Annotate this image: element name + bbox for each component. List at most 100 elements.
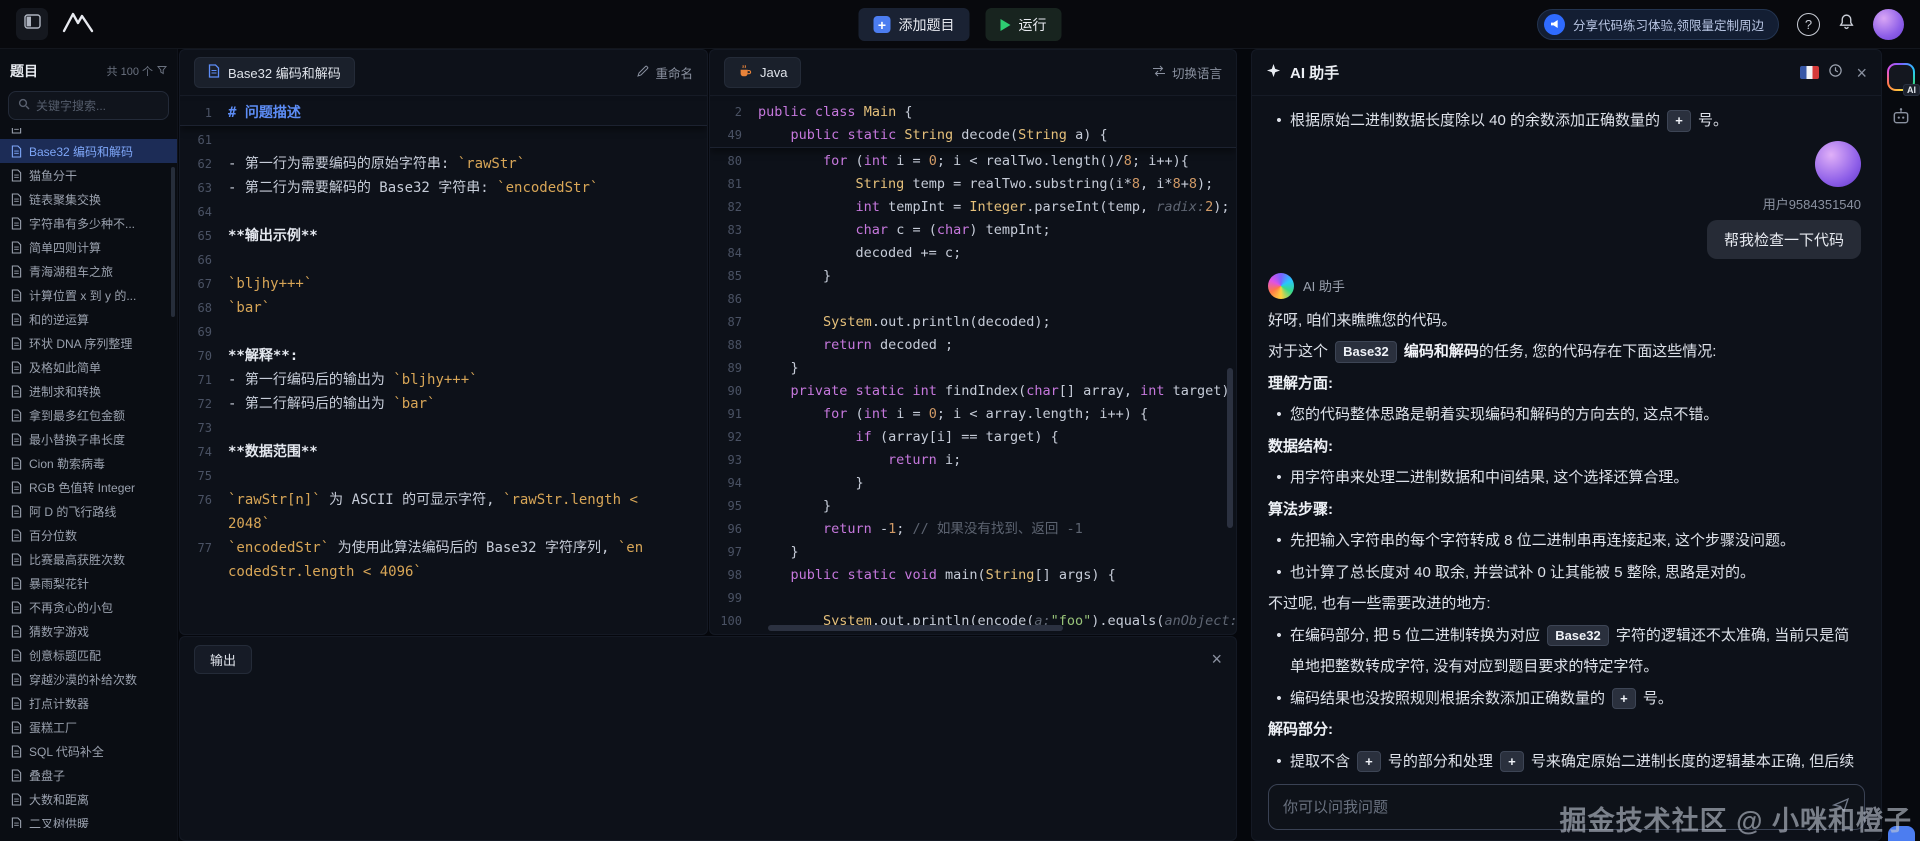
sidebar-item[interactable]: 不再贪心的小包 xyxy=(0,595,177,619)
editor-content[interactable]: 2 public class Main {49 public static Str… xyxy=(710,96,1236,634)
help-icon[interactable]: ? xyxy=(1797,12,1820,36)
sidebar-item[interactable]: RGB 色值转 Integer xyxy=(0,475,177,499)
sidebar-item-label: Cion 勒索病毒 xyxy=(29,456,106,471)
bullet-icon: • xyxy=(1276,406,1282,423)
line-number: 87 xyxy=(727,315,742,329)
sidebar-item[interactable]: 和的逆运算 xyxy=(0,307,177,331)
send-icon[interactable] xyxy=(1831,796,1850,819)
editor-vertical-scrollbar[interactable] xyxy=(1227,368,1233,528)
sidebar-item[interactable]: 打点计数器 xyxy=(0,691,177,715)
code-line: 97 } xyxy=(710,541,1236,564)
document-icon xyxy=(11,432,22,446)
app-logo[interactable] xyxy=(62,10,94,39)
promo-banner[interactable]: 分享代码练习体验,领限量定制周边 xyxy=(1537,8,1779,40)
editor-horizontal-scrollbar[interactable] xyxy=(768,625,1063,631)
switch-language-button[interactable]: 切换语言 xyxy=(1152,63,1222,82)
filter-icon[interactable] xyxy=(156,65,168,78)
history-icon[interactable] xyxy=(1828,63,1843,83)
sidebar-item-label: 链表聚集交换 xyxy=(29,192,102,207)
line-text: char c = (char) tempInt; xyxy=(855,222,1051,238)
sidebar-item-label: 百分位数 xyxy=(29,528,78,543)
problem-content[interactable]: 1 # 问题描述 61 62- 第一行为需要编码的原始字符串: `rawStr` 6… xyxy=(180,96,707,584)
problem-title-chip[interactable]: Base32 编码和解码 xyxy=(194,57,355,88)
line-text xyxy=(228,416,707,440)
add-question-label: 添加题目 xyxy=(898,16,955,33)
sidebar-item-label: 叠盘子 xyxy=(29,768,66,783)
ai-entry-icon[interactable]: AI xyxy=(1887,63,1920,96)
sidebar-item[interactable]: 字符串有多少种不... xyxy=(0,211,177,235)
sidebar-item[interactable]: 进制求和转换 xyxy=(0,379,177,403)
sidebar-item[interactable] xyxy=(0,128,177,139)
sidebar-item[interactable]: 猫鱼分干 xyxy=(0,163,177,187)
document-icon xyxy=(11,624,22,638)
line-text xyxy=(228,200,707,224)
sidebar-item[interactable]: 环状 DNA 序列整理 xyxy=(0,331,177,355)
bell-icon[interactable] xyxy=(1838,13,1855,35)
sidebar-item[interactable]: 百分位数 xyxy=(0,523,177,547)
sidebar-item[interactable]: 简单四则计算 xyxy=(0,235,177,259)
sidebar-item[interactable]: 及格如此简单 xyxy=(0,355,177,379)
output-title: 输出 xyxy=(210,652,237,668)
ai-messages[interactable]: • 根据原始二进制数据长度除以 40 的余数添加正确数量的 + 号。 用户95843… xyxy=(1252,97,1881,776)
sidebar-item[interactable]: 叠盘子 xyxy=(0,763,177,787)
sidebar-item[interactable]: 青海湖租车之旅 xyxy=(0,259,177,283)
ai-paragraph: 好呀, 咱们来瞧瞧您的代码。 xyxy=(1268,311,1457,329)
ai-paragraph: 不过呢, 也有一些需要改进的地方: xyxy=(1268,595,1491,612)
line-text: decoded += c; xyxy=(758,245,962,261)
sidebar-item-label: 二叉树供暖 xyxy=(29,816,90,829)
sidebar-item[interactable]: 暴雨梨花针 xyxy=(0,571,177,595)
user-avatar[interactable] xyxy=(1873,8,1904,40)
robot-icon[interactable] xyxy=(1891,107,1911,130)
line-text: int tempInt = Integer.parseInt(temp, rad… xyxy=(855,199,1230,215)
sidebar-item[interactable]: 最小替换子串长度 xyxy=(0,427,177,451)
line-text xyxy=(228,464,707,488)
chat-fab-button[interactable] xyxy=(1888,826,1915,841)
code-line: 86 xyxy=(710,288,1236,311)
sidebar-item[interactable]: 拿到最多红包金额 xyxy=(0,403,177,427)
problem-title: Base32 编码和解码 xyxy=(228,66,341,81)
sidebar-item[interactable]: Base32 编码和解码 xyxy=(0,139,177,163)
output-close-icon[interactable]: × xyxy=(1211,650,1222,668)
sidebar-item[interactable]: 创意标题匹配 xyxy=(0,643,177,667)
run-button[interactable]: 运行 xyxy=(985,8,1062,41)
sidebar-item[interactable]: 大数和距离 xyxy=(0,787,177,811)
sidebar-item[interactable]: 猜数字游戏 xyxy=(0,619,177,643)
rename-button[interactable]: 重命名 xyxy=(637,63,693,82)
sidebar-item[interactable]: SQL 代码补全 xyxy=(0,739,177,763)
search-input[interactable] xyxy=(36,98,159,113)
line-text xyxy=(228,248,707,272)
line-text: - 第二行解码后的输出为 `bar` xyxy=(228,396,436,412)
sidebar-item[interactable]: 计算位置 x 到 y 的... xyxy=(0,283,177,307)
sidebar-scrollbar[interactable] xyxy=(171,167,175,317)
ai-close-icon[interactable]: × xyxy=(1856,64,1867,82)
line-number: 85 xyxy=(727,269,742,283)
output-title-chip[interactable]: 输出 xyxy=(194,644,253,674)
sidebar-item[interactable]: Cion 勒索病毒 xyxy=(0,451,177,475)
ai-question-input[interactable] xyxy=(1283,798,1822,816)
line-text: } xyxy=(758,475,864,491)
code-line: 72 - 第二行解码后的输出为 `bar` xyxy=(180,392,707,416)
language-chip[interactable]: Java xyxy=(724,57,802,88)
code-line: 90 private static int findIndex(char[] a… xyxy=(710,380,1236,403)
sidebar-item[interactable]: 蛋糕工厂 xyxy=(0,715,177,739)
language-flag-icon[interactable] xyxy=(1800,66,1820,79)
sidebar-item[interactable]: 阿 D 的飞行路线 xyxy=(0,499,177,523)
line-number: 88 xyxy=(727,338,742,352)
inline-code-badge: + xyxy=(1612,687,1636,709)
user-message-bubble: 帮我检查一下代码 xyxy=(1706,219,1861,259)
sidebar-toggle-button[interactable] xyxy=(16,8,48,40)
code-line: 87 System.out.println(decoded); xyxy=(710,311,1236,334)
sidebar-item-label: 蛋糕工厂 xyxy=(29,720,78,735)
sidebar-item[interactable]: 链表聚集交换 xyxy=(0,187,177,211)
add-question-button[interactable]: + 添加题目 xyxy=(858,8,970,41)
sidebar-item[interactable]: 比赛最高获胜次数 xyxy=(0,547,177,571)
ai-bullet-item: • 先把输入字符串的每个字符转成 8 位二进制串再连接起来, 这个步骤没问题。 xyxy=(1268,525,1863,557)
document-icon xyxy=(11,216,22,230)
sidebar-item[interactable]: 穿越沙漠的补给次数 xyxy=(0,667,177,691)
ai-input-box xyxy=(1268,784,1865,830)
line-number: 49 xyxy=(727,128,742,142)
sidebar-item[interactable]: 二叉树供暖 xyxy=(0,811,177,828)
line-number: 68 xyxy=(197,301,212,315)
code-line: 77 `encodedStr` 为使用此算法编码后的 Base32 字符序列, `… xyxy=(180,536,707,584)
line-text: - 第二行为需要解码的 Base32 字符串: `encodedStr` xyxy=(228,180,599,196)
